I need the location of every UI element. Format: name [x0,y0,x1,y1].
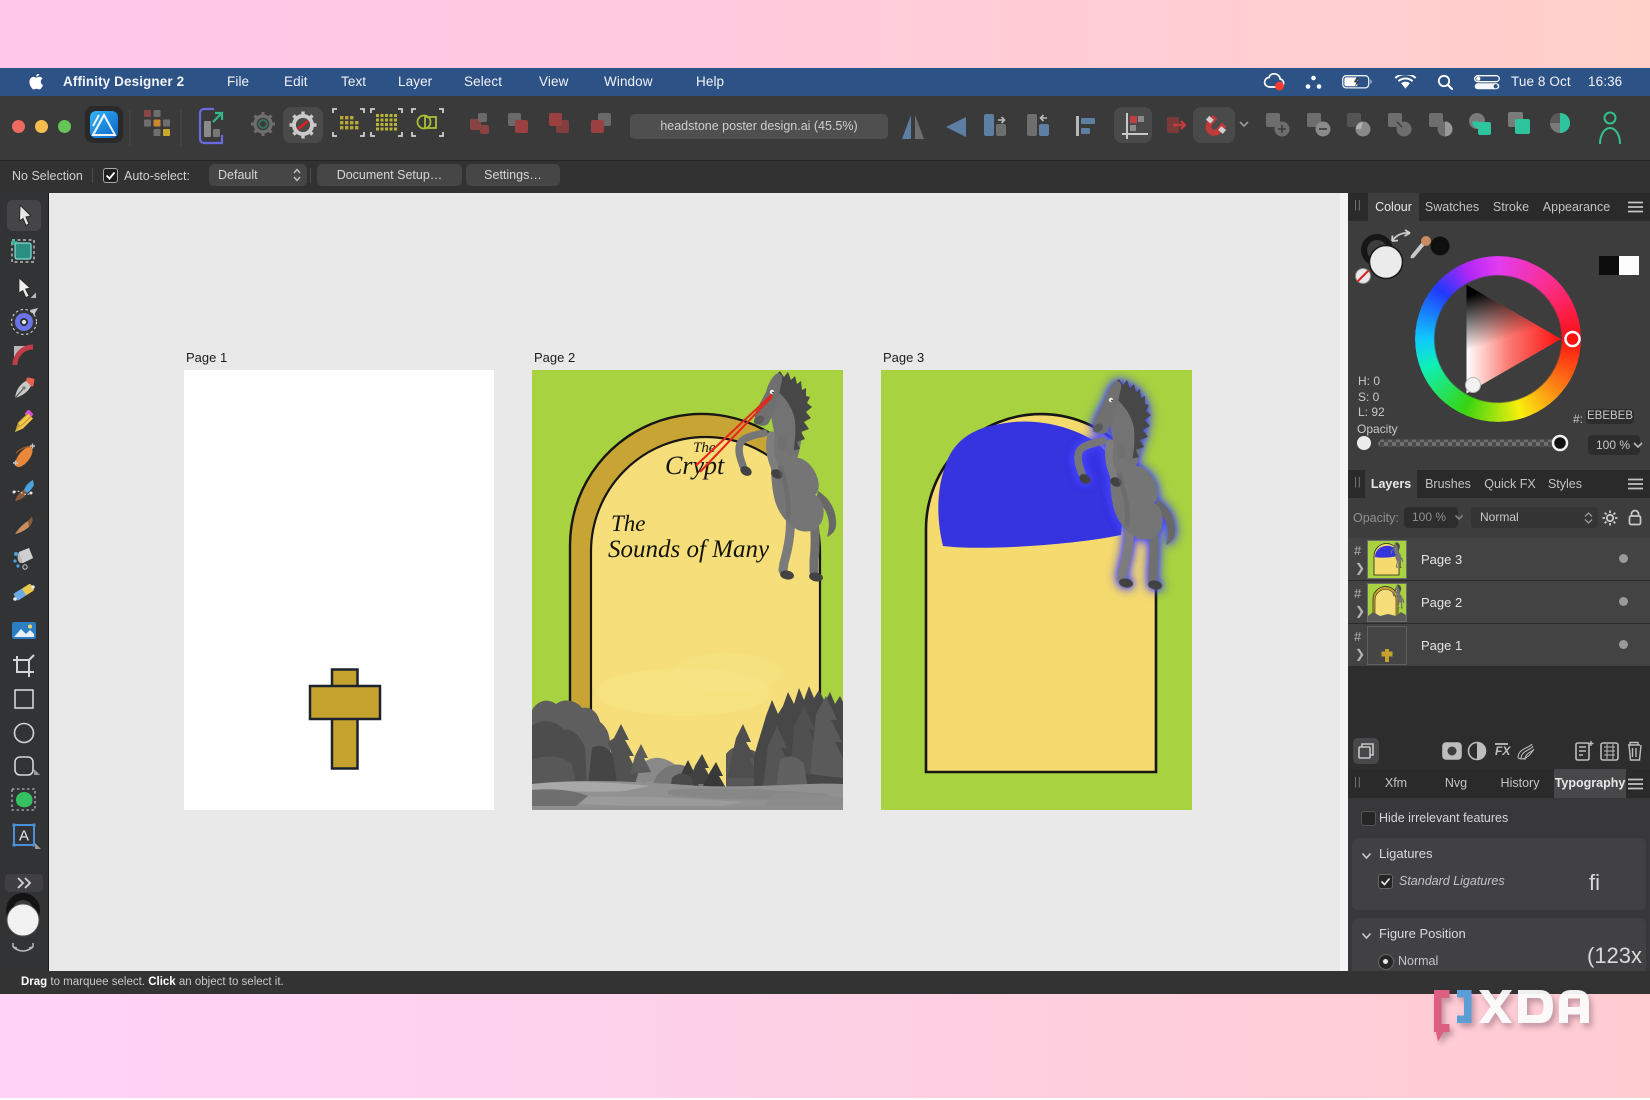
svg-text:A: A [19,828,29,845]
svg-text:FX: FX [1495,744,1511,758]
svg-text:The: The [611,511,646,536]
svg-text:Sounds of Many: Sounds of Many [608,536,770,563]
